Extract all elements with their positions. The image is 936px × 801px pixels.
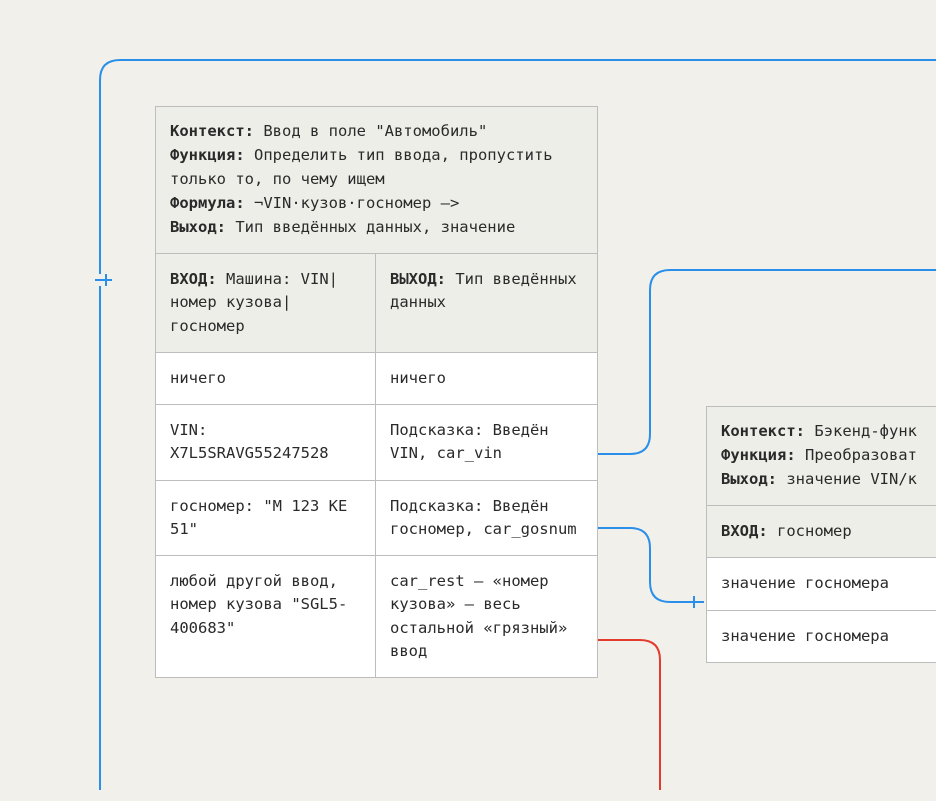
cell-out: ничего <box>376 353 597 404</box>
node-header: Контекст: Бэкенд-функ Функция: Преобразо… <box>707 407 936 506</box>
cell-out: Подсказка: Введён госномер, car_gosnum <box>376 481 597 556</box>
table-row: значение госномера <box>707 611 936 662</box>
cell-in: VIN: X7L5SRAVG55247528 <box>156 405 376 480</box>
value-output: Тип введённых данных, значение <box>226 218 515 236</box>
col-input-label: ВХОД: <box>170 270 217 288</box>
col-output-label: ВЫХОД: <box>390 270 446 288</box>
cell-out: Подсказка: Введён VIN, car_vin <box>376 405 597 480</box>
col-output-header: ВЫХОД: Тип введённых данных <box>376 254 597 352</box>
node-backend-function[interactable]: Контекст: Бэкенд-функ Функция: Преобразо… <box>706 406 936 663</box>
table-row: VIN: X7L5SRAVG55247528 Подсказка: Введён… <box>156 405 597 481</box>
col-input-header: ВХОД: госномер <box>707 506 936 557</box>
label-function: Функция: <box>721 446 796 464</box>
value-output: значение VIN/к <box>777 470 917 488</box>
table-row: ничего ничего <box>156 353 597 405</box>
node-input-parser[interactable]: Контекст: Ввод в поле "Автомобиль" Функц… <box>155 106 598 678</box>
label-output: Выход: <box>721 470 777 488</box>
value-context: Ввод в поле "Автомобиль" <box>254 122 487 140</box>
columns-header-row: ВХОД: Машина: VIN|номер кузова|госномер … <box>156 254 597 353</box>
diagram-canvas: Контекст: Ввод в поле "Автомобиль" Функц… <box>0 0 936 801</box>
col-input-value: госномер <box>768 522 852 540</box>
label-context: Контекст: <box>170 122 254 140</box>
columns-header-row: ВХОД: госномер <box>707 506 936 558</box>
label-output: Выход: <box>170 218 226 236</box>
cell-in: любой другой ввод, номер кузова "SGL5-40… <box>156 556 376 677</box>
col-input-header: ВХОД: Машина: VIN|номер кузова|госномер <box>156 254 376 352</box>
node-header: Контекст: Ввод в поле "Автомобиль" Функц… <box>156 107 597 254</box>
value-context: Бэкенд-функ <box>805 422 917 440</box>
cell-value: значение госномера <box>707 558 936 609</box>
label-function: Функция: <box>170 146 245 164</box>
value-function: Преобразоват <box>796 446 917 464</box>
label-context: Контекст: <box>721 422 805 440</box>
cell-in: ничего <box>156 353 376 404</box>
table-row: госномер: "М 123 КЕ 51" Подсказка: Введё… <box>156 481 597 557</box>
label-formula: Формула: <box>170 194 245 212</box>
table-row: любой другой ввод, номер кузова "SGL5-40… <box>156 556 597 677</box>
table-row: значение госномера <box>707 558 936 610</box>
col-input-label: ВХОД: <box>721 522 768 540</box>
cell-value: значение госномера <box>707 611 936 662</box>
cell-in: госномер: "М 123 КЕ 51" <box>156 481 376 556</box>
value-formula: ¬VIN·кузов·госномер —> <box>245 194 460 212</box>
cell-out: car_rest — «номер кузова» — весь остальн… <box>376 556 597 677</box>
